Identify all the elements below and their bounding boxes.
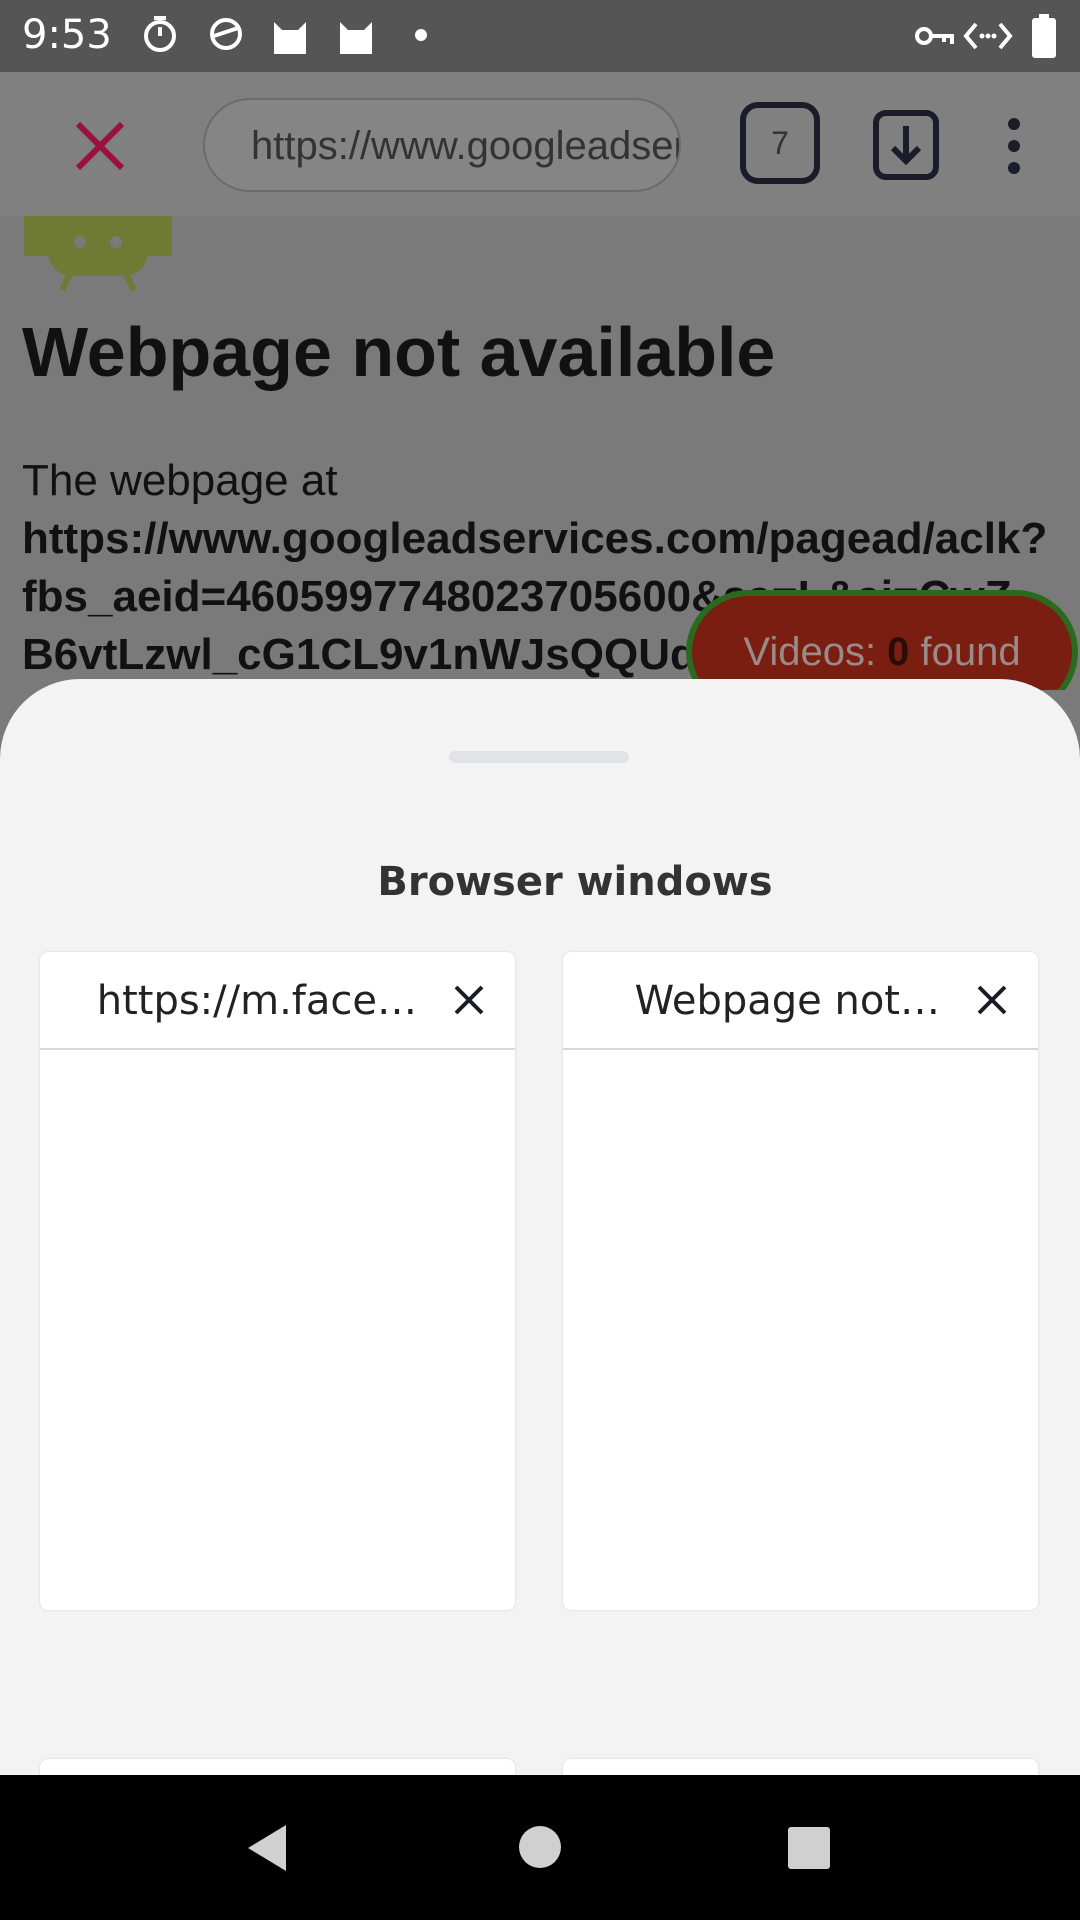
- videos-suffix: found: [909, 630, 1021, 674]
- videos-count: 0: [887, 630, 910, 674]
- window-card-header: https://m.face…: [40, 952, 515, 1050]
- url-bar[interactable]: https://www.googleadservices.com/pagead/…: [203, 98, 681, 192]
- window-card[interactable]: [563, 1759, 1038, 1775]
- cat-icon: [340, 22, 372, 54]
- close-icon[interactable]: [453, 984, 485, 1016]
- videos-found-button[interactable]: Videos: 0 found: [686, 590, 1078, 690]
- status-bar: 9:53: [0, 0, 1080, 72]
- vpn-key-icon: [915, 27, 954, 45]
- page-url-line: https://www.googleadservices.com/pagead/…: [22, 514, 1048, 563]
- android-icon: [24, 216, 172, 292]
- page-url-line: B6vtLzwl_cG1CL9v1nWJsQQUd-: [22, 630, 712, 679]
- window-card-header: Webpage not…: [563, 952, 1038, 1050]
- window-title: Webpage not…: [634, 978, 940, 1024]
- window-card[interactable]: Webpage not…: [563, 952, 1038, 1610]
- download-icon[interactable]: [873, 110, 939, 180]
- webpage-content: Webpage not available The webpage at htt…: [0, 216, 1080, 690]
- videos-label: Videos:: [743, 630, 888, 674]
- more-vert-icon[interactable]: [1000, 116, 1028, 176]
- url-text: https://www.googleadservices.com/pagead/…: [251, 124, 679, 168]
- timer-icon: [144, 16, 176, 52]
- cat-icon: [274, 22, 306, 54]
- window-card[interactable]: [40, 1759, 515, 1775]
- dot-icon: [415, 29, 427, 41]
- page-intro-text: The webpage at: [22, 456, 338, 505]
- window-title: https://m.face…: [96, 978, 417, 1024]
- recents-icon[interactable]: [786, 1825, 832, 1871]
- status-time: 9:53: [22, 12, 112, 58]
- battery-icon: [1032, 14, 1056, 58]
- page-heading: Webpage not available: [22, 313, 776, 391]
- browser-windows-sheet: Browser windows https://m.face… Webpage …: [0, 679, 1080, 1775]
- close-icon[interactable]: [72, 118, 128, 174]
- sync-icon: [210, 18, 242, 50]
- tab-count-button[interactable]: 7: [740, 102, 820, 184]
- window-card[interactable]: https://m.face…: [40, 952, 515, 1610]
- data-arrows-icon: [963, 22, 1013, 50]
- drag-handle[interactable]: [449, 751, 629, 763]
- home-icon[interactable]: [517, 1824, 563, 1870]
- browser-toolbar: https://www.googleadservices.com/pagead/…: [0, 72, 1080, 216]
- sheet-title: Browser windows: [377, 859, 773, 905]
- navigation-bar: [0, 1775, 1080, 1920]
- back-icon[interactable]: [244, 1823, 288, 1873]
- close-icon[interactable]: [976, 984, 1008, 1016]
